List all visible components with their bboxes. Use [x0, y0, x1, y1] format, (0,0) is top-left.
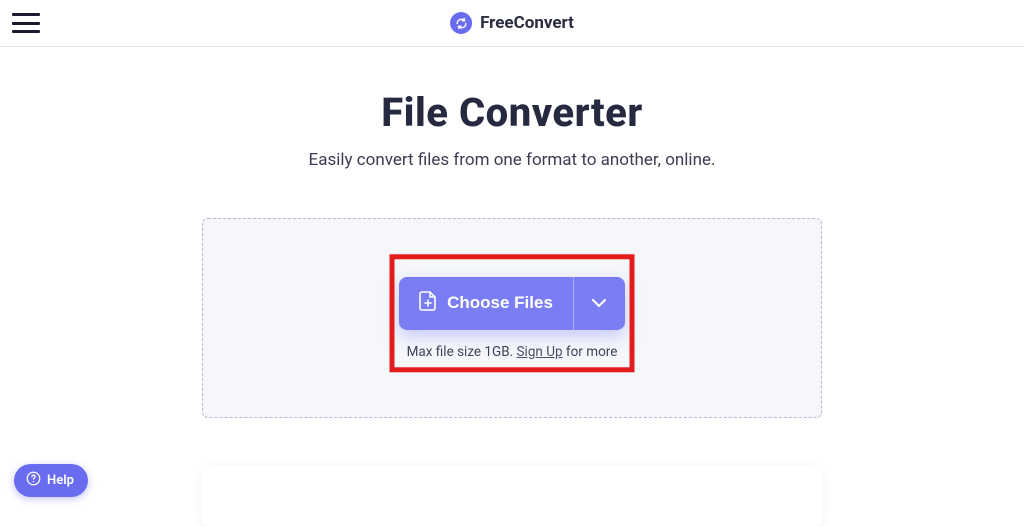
file-dropzone[interactable]: Choose Files Max file size 1GB. Sign Up …	[202, 218, 822, 418]
brand-logo[interactable]: FreeConvert	[450, 12, 574, 34]
upload-inner: Choose Files Max file size 1GB. Sign Up …	[399, 277, 625, 360]
hero-section: File Converter Easily convert files from…	[0, 47, 1024, 170]
help-widget-button[interactable]: Help	[14, 464, 88, 497]
header: FreeConvert	[0, 0, 1024, 47]
page-title: File Converter	[0, 89, 1024, 136]
page-subtitle: Easily convert files from one format to …	[0, 150, 1024, 170]
brand-name: FreeConvert	[480, 13, 574, 33]
help-question-icon	[26, 471, 41, 490]
chevron-down-icon	[592, 296, 606, 311]
hamburger-menu-icon[interactable]	[12, 13, 40, 33]
max-file-size-text: Max file size 1GB. Sign Up for more	[407, 344, 618, 360]
choose-files-label: Choose Files	[447, 293, 553, 313]
choose-files-button[interactable]: Choose Files	[399, 277, 573, 330]
logo-icon	[450, 12, 472, 34]
signup-link[interactable]: Sign Up	[517, 344, 563, 360]
file-add-icon	[419, 291, 437, 316]
choose-files-button-group: Choose Files	[399, 277, 625, 330]
content-card	[202, 466, 822, 526]
choose-files-dropdown-button[interactable]	[573, 277, 625, 330]
help-label: Help	[47, 473, 74, 488]
